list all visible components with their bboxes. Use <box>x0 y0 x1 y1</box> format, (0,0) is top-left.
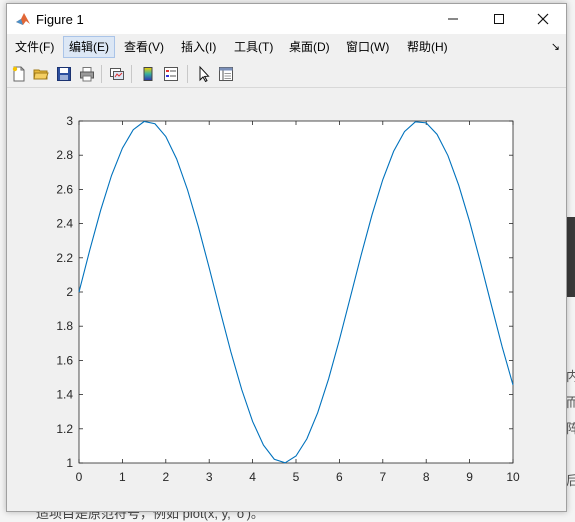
title-bar[interactable]: Figure 1 <box>7 4 566 34</box>
y-tick-label: 1 <box>66 456 73 470</box>
axes-box <box>78 120 514 464</box>
open-file-icon[interactable] <box>32 65 50 83</box>
save-icon[interactable] <box>55 65 73 83</box>
x-tick-label: 7 <box>379 470 386 484</box>
property-inspector-icon[interactable] <box>217 65 235 83</box>
y-tick-label: 1.6 <box>56 353 73 367</box>
menu-bar: 文件(F) 编辑(E) 查看(V) 插入(I) 工具(T) 桌面(D) 窗口(W… <box>7 35 566 59</box>
maximize-icon <box>494 14 504 24</box>
close-button[interactable] <box>520 4 566 34</box>
menu-desktop[interactable]: 桌面(D) <box>284 37 335 57</box>
y-tick-label: 2.2 <box>56 251 73 265</box>
insert-colorbar-icon[interactable] <box>139 65 157 83</box>
menu-tools[interactable]: 工具(T) <box>229 37 278 57</box>
figure-canvas: 0 1 2 3 4 5 6 7 8 9 10 1 1.2 1.4 1.6 1.8 2 2.2 2.4 2.6 2.8 3 <box>7 88 566 511</box>
background-text-fragment: 内 <box>566 369 575 384</box>
new-figure-icon[interactable] <box>10 65 28 83</box>
link-plot-icon[interactable] <box>108 65 126 83</box>
menu-view[interactable]: 查看(V) <box>119 37 169 57</box>
print-icon[interactable] <box>78 65 96 83</box>
minimize-icon <box>448 18 458 20</box>
y-tick-label: 2.6 <box>56 182 73 196</box>
y-tick-label: 3 <box>66 114 73 128</box>
pointer-icon[interactable] <box>195 65 213 83</box>
x-tick-label: 6 <box>336 470 343 484</box>
dock-arrow-icon[interactable]: ↘ <box>551 40 560 53</box>
x-tick-label: 9 <box>466 470 473 484</box>
y-tick-label: 2 <box>66 285 73 299</box>
y-tick-label: 1.2 <box>56 422 73 436</box>
window-title: Figure 1 <box>36 12 84 27</box>
minimize-button[interactable] <box>430 4 476 34</box>
background-text-fragment: 后 <box>566 473 575 488</box>
insert-legend-icon[interactable] <box>162 65 180 83</box>
background-text-fragment: 阵 <box>566 421 575 436</box>
figure-toolbar <box>7 61 566 88</box>
x-tick-label: 8 <box>423 470 430 484</box>
close-icon <box>537 13 549 25</box>
x-tick-label: 0 <box>76 470 83 484</box>
menu-edit[interactable]: 编辑(E) <box>63 36 115 58</box>
x-tick-label: 2 <box>162 470 169 484</box>
menu-help[interactable]: 帮助(H) <box>402 37 453 57</box>
x-tick-label: 1 <box>119 470 126 484</box>
x-tick-label: 3 <box>206 470 213 484</box>
toolbar-separator <box>131 65 132 83</box>
maximize-button[interactable] <box>476 4 522 34</box>
y-tick-label: 2.8 <box>56 148 73 162</box>
y-tick-label: 1.8 <box>56 319 73 333</box>
plot-axes[interactable]: 0 1 2 3 4 5 6 7 8 9 1011.21.41.61.822.22.42.62.83 <box>7 88 566 511</box>
toolbar-separator <box>101 65 102 83</box>
background-text-fragment: 而 <box>566 395 575 410</box>
menu-window[interactable]: 窗口(W) <box>341 37 394 57</box>
x-tick-label: 10 <box>506 470 520 484</box>
x-tick-label: 5 <box>293 470 300 484</box>
figure-window: Figure 1 文件(F) 编辑(E) 查看(V) 插入(I) 工具(T) 桌… <box>6 3 567 512</box>
menu-insert[interactable]: 插入(I) <box>176 37 221 57</box>
y-tick-label: 1.4 <box>56 388 73 402</box>
y-tick-label: 2.4 <box>56 217 73 231</box>
menu-file[interactable]: 文件(F) <box>10 37 59 57</box>
toolbar-separator <box>187 65 188 83</box>
x-tick-label: 4 <box>249 470 256 484</box>
matlab-logo-icon <box>16 13 30 25</box>
